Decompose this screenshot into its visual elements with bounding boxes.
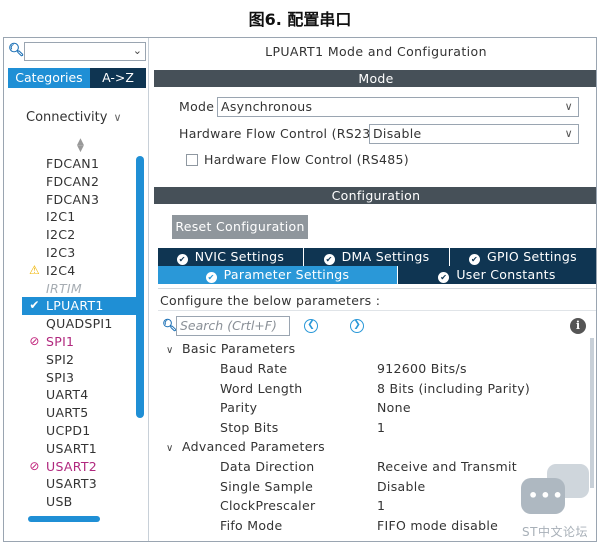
forbidden-icon: ⊘ bbox=[29, 458, 40, 473]
next-match-icon[interactable]: ❯ bbox=[350, 319, 364, 333]
list-item-i2c4[interactable]: ⚠ I2C4 bbox=[22, 262, 140, 280]
parameter-search: 🔍︎ Search (Crtl+F) bbox=[162, 316, 292, 336]
mode-row: Mode Asynchronous ∨ bbox=[179, 97, 579, 117]
group-advanced-parameters[interactable]: ∨ Advanced Parameters bbox=[166, 439, 325, 454]
parameter-search-input[interactable]: Search (Crtl+F) bbox=[176, 316, 290, 336]
check-circle-icon: ✔ bbox=[176, 254, 188, 265]
reset-configuration-button[interactable]: Reset Configuration bbox=[172, 215, 308, 239]
hw-flow-rs232-row: Hardware Flow Control (RS232) Disable ∨ bbox=[179, 124, 579, 144]
list-item-uart4[interactable]: UART4 bbox=[22, 386, 140, 404]
forbidden-icon: ⊘ bbox=[29, 333, 40, 348]
list-item-i2c3[interactable]: I2C3 bbox=[22, 244, 140, 262]
hw-flow-rs232-label: Hardware Flow Control (RS232) bbox=[179, 126, 384, 141]
forum-watermark: ••• ST中文论坛 bbox=[518, 461, 596, 541]
hw-flow-rs232-select[interactable]: Disable ∨ bbox=[369, 124, 579, 144]
list-item-irtim[interactable]: IRTIM bbox=[22, 280, 140, 298]
list-item-quadspi1[interactable]: QUADSPI1 bbox=[22, 315, 140, 333]
panel-title: LPUART1 Mode and Configuration bbox=[265, 44, 487, 59]
mode-select[interactable]: Asynchronous ∨ bbox=[217, 97, 579, 117]
peripheral-search-input[interactable]: ⌄ bbox=[24, 42, 146, 61]
parameter-hint: Configure the below parameters : bbox=[160, 293, 381, 308]
tab-nvic-settings[interactable]: ✔ NVIC Settings bbox=[158, 248, 304, 266]
list-item-fdcan1[interactable]: FDCAN1 bbox=[22, 155, 140, 173]
check-circle-icon: ✔ bbox=[469, 254, 481, 265]
tab-a-z[interactable]: A->Z bbox=[90, 68, 146, 88]
list-item-spi3[interactable]: SPI3 bbox=[22, 369, 140, 387]
list-item-fdcan2[interactable]: FDCAN2 bbox=[22, 173, 140, 191]
param-row-stop-bits[interactable]: Stop Bits 1 bbox=[220, 420, 590, 440]
settings-tabs-row-2: ✔ Parameter Settings ✔ User Constants bbox=[158, 266, 596, 284]
chevron-down-icon[interactable]: ⌄ bbox=[133, 44, 142, 57]
watermark-text: ST中文论坛 bbox=[522, 525, 588, 539]
param-row-parity[interactable]: Parity None bbox=[220, 400, 590, 420]
tab-dma-settings[interactable]: ✔ DMA Settings bbox=[304, 248, 450, 266]
chevron-down-icon: ∨ bbox=[564, 127, 573, 140]
sort-icon[interactable]: ▲ ▼ bbox=[77, 138, 84, 154]
divider bbox=[158, 310, 596, 311]
peripheral-list: FDCAN1 FDCAN2 FDCAN3 I2C1 I2C2 I2C3 ⚠ I2C… bbox=[22, 155, 140, 511]
group-basic-parameters[interactable]: ∨ Basic Parameters bbox=[166, 341, 295, 356]
previous-match-icon[interactable]: ❮ bbox=[304, 319, 318, 333]
category-connectivity[interactable]: Connectivity ∨ bbox=[26, 110, 122, 125]
horizontal-scrollbar[interactable] bbox=[28, 516, 100, 522]
hw-flow-rs485-label: Hardware Flow Control (RS485) bbox=[204, 152, 409, 167]
peripheral-panel: 🔍︎ ⌄ Categories A->Z Connectivity ∨ ▲ ▼ FD… bbox=[4, 38, 149, 541]
list-item-uart5[interactable]: UART5 bbox=[22, 404, 140, 422]
list-item-usart1[interactable]: USART1 bbox=[22, 440, 140, 458]
check-circle-icon: ✔ bbox=[323, 254, 335, 265]
peripheral-search: 🔍︎ ⌄ bbox=[8, 42, 146, 61]
list-item-i2c1[interactable]: I2C1 bbox=[22, 208, 140, 226]
mode-label: Mode bbox=[179, 99, 215, 114]
list-item-usb[interactable]: USB bbox=[22, 493, 140, 511]
settings-tabs-row-1: ✔ NVIC Settings ✔ DMA Settings ✔ GPIO Setti… bbox=[158, 248, 596, 266]
list-item-i2c2[interactable]: I2C2 bbox=[22, 226, 140, 244]
tab-gpio-settings[interactable]: ✔ GPIO Settings bbox=[450, 248, 596, 266]
param-row-baud-rate[interactable]: Baud Rate 912600 Bits/s bbox=[220, 361, 590, 381]
vertical-scrollbar[interactable] bbox=[136, 156, 144, 418]
tab-user-constants[interactable]: ✔ User Constants bbox=[398, 266, 596, 284]
category-label: Connectivity bbox=[26, 110, 108, 125]
check-circle-icon: ✔ bbox=[29, 298, 40, 313]
chevron-down-icon: ∨ bbox=[166, 443, 174, 454]
list-item-ucpd1[interactable]: UCPD1 bbox=[22, 422, 140, 440]
figure-caption: 图6. 配置串口 bbox=[248, 10, 352, 29]
list-item-spi2[interactable]: SPI2 bbox=[22, 351, 140, 369]
chevron-down-icon: ∨ bbox=[564, 100, 573, 113]
chevron-down-icon: ∨ bbox=[113, 111, 122, 124]
ellipsis-icon: ••• bbox=[528, 486, 565, 505]
list-item-spi1[interactable]: ⊘ SPI1 bbox=[22, 333, 140, 351]
search-icon: 🔍︎ bbox=[162, 318, 178, 332]
info-icon[interactable]: i bbox=[570, 318, 586, 334]
list-item-usart3[interactable]: USART3 bbox=[22, 475, 140, 493]
warning-icon: ⚠ bbox=[28, 262, 41, 277]
list-item-fdcan3[interactable]: FDCAN3 bbox=[22, 191, 140, 209]
list-item-lpuart1[interactable]: ✔ LPUART1 bbox=[22, 297, 140, 316]
list-item-usart2[interactable]: ⊘ USART2 bbox=[22, 458, 140, 476]
category-tabs: Categories A->Z bbox=[8, 68, 146, 88]
check-circle-icon: ✔ bbox=[205, 272, 217, 283]
hw-flow-rs485-checkbox[interactable] bbox=[186, 154, 198, 166]
configuration-section-header: Configuration bbox=[154, 187, 596, 204]
mode-section-header: Mode bbox=[154, 70, 596, 87]
param-row-word-length[interactable]: Word Length 8 Bits (including Parity) bbox=[220, 381, 590, 401]
chevron-down-icon: ∨ bbox=[166, 345, 174, 356]
tab-parameter-settings[interactable]: ✔ Parameter Settings bbox=[158, 266, 398, 284]
search-icon: 🔍︎ bbox=[8, 43, 25, 58]
cubemx-window: 🔍︎ ⌄ Categories A->Z Connectivity ∨ ▲ ▼ FD… bbox=[3, 37, 597, 542]
tab-categories[interactable]: Categories bbox=[8, 68, 90, 88]
check-circle-icon: ✔ bbox=[438, 272, 450, 283]
